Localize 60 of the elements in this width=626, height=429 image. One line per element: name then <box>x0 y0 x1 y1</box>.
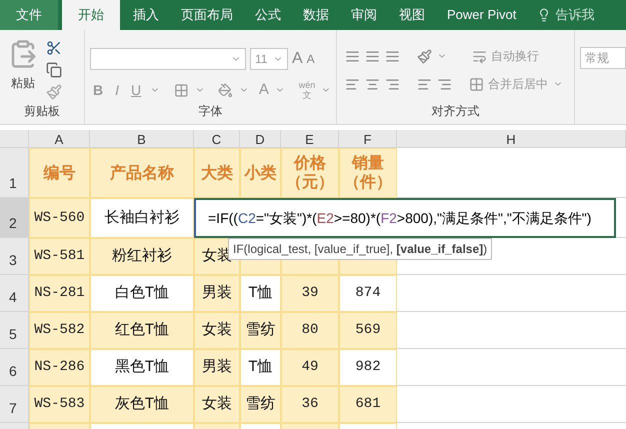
table-cell: 男装 <box>194 275 240 312</box>
table-cell: 569 <box>339 312 397 349</box>
column-heading: 产品名称 <box>90 148 194 198</box>
table-cell: 女装 <box>194 386 240 423</box>
column-heading: 大类 <box>194 148 240 198</box>
paste-button[interactable]: 粘贴 <box>8 38 38 102</box>
table-cell: 36 <box>281 386 339 423</box>
paste-label: 粘贴 <box>11 75 35 92</box>
file-menu[interactable]: 文件 <box>0 0 58 30</box>
table-cell: 粉红衬衫 <box>90 238 194 275</box>
group-label: 字体 <box>198 103 224 120</box>
table-cell: 灰色T恤 <box>90 386 194 423</box>
table-cell: 681 <box>339 386 397 423</box>
ribbon-tab[interactable]: 审阅 <box>342 0 386 30</box>
tell-me-field[interactable]: 告诉我 <box>555 5 594 25</box>
ribbon-tab[interactable]: 数据 <box>294 0 338 30</box>
row-header[interactable]: 2 <box>0 198 29 238</box>
column-heading: 编号 <box>29 148 90 198</box>
grow-font-button[interactable]: A <box>292 47 303 71</box>
row-header[interactable]: 3 <box>0 238 29 275</box>
table-cell: 39 <box>281 275 339 312</box>
ribbon-tab[interactable]: 插入 <box>124 0 168 30</box>
column-heading: 价格（元） <box>281 148 339 198</box>
ribbon-tab[interactable]: 页面布局 <box>172 0 242 30</box>
table-cell: 黑色T恤 <box>90 349 194 386</box>
table-cell: 982 <box>339 349 397 386</box>
table-cell: T恤 <box>240 275 281 312</box>
function-tooltip: IF(logical_test, [value_if_true], [value_if_false]) <box>228 238 492 260</box>
table-cell: 874 <box>339 275 397 312</box>
table-cell: WS-581 <box>29 238 90 275</box>
table-cell: WS-560 <box>29 198 90 238</box>
ribbon-tab[interactable]: 公式 <box>246 0 290 30</box>
ribbon-tab[interactable]: 视图 <box>390 0 434 30</box>
table-cell: T恤 <box>240 349 281 386</box>
row-header[interactable]: 1 <box>0 148 29 198</box>
column-heading: 销量（件） <box>339 148 397 198</box>
table-cell: NS-286 <box>29 349 90 386</box>
table-cell: WS-582 <box>29 312 90 349</box>
table-cell: 红色T恤 <box>90 312 194 349</box>
table-cell: 女装 <box>194 312 240 349</box>
ribbon-tab[interactable]: Power Pivot <box>438 0 526 30</box>
ribbon-tab[interactable]: 开始 <box>62 0 120 30</box>
table-cell: 49 <box>281 349 339 386</box>
formula-edit-box[interactable]: =IF((C2="女装")*(E2>=80)*(F2>800),"满足条件","不满足条件") <box>194 198 616 238</box>
table-cell: NS-281 <box>29 275 90 312</box>
table-cell: 白色T恤 <box>90 275 194 312</box>
table-cell: 长袖白衬衫 <box>90 198 194 238</box>
table-cell: 男装 <box>194 349 240 386</box>
shrink-font-button[interactable]: A <box>306 50 315 68</box>
row-header[interactable]: 7 <box>0 386 29 423</box>
table-cell: 80 <box>281 312 339 349</box>
table-cell: WS-583 <box>29 386 90 423</box>
table-cell: 雪纺 <box>240 386 281 423</box>
group-label: 对齐方式 <box>430 103 480 120</box>
column-heading: 小类 <box>240 148 281 198</box>
table-cell: 雪纺 <box>240 312 281 349</box>
row-header[interactable]: 4 <box>0 275 29 312</box>
row-header[interactable]: 5 <box>0 312 29 349</box>
row-header[interactable]: 6 <box>0 349 29 386</box>
group-label: 剪贴板 <box>23 103 61 120</box>
